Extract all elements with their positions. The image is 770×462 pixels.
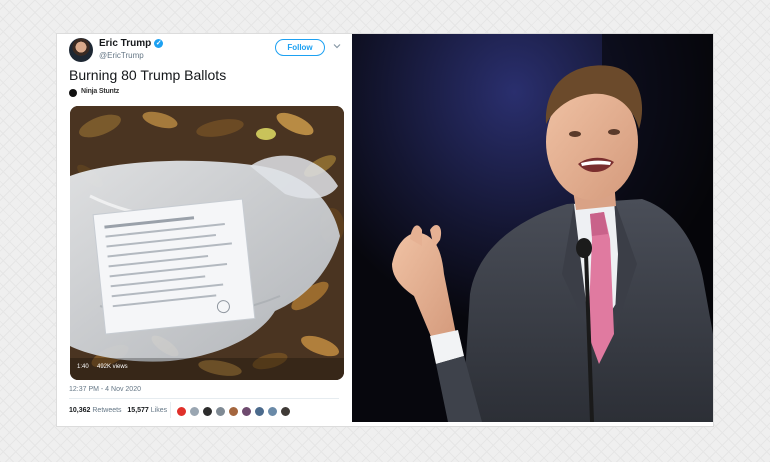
speaker-photo-image (352, 34, 713, 422)
chevron-down-icon[interactable] (333, 42, 341, 50)
stats-divider (170, 402, 171, 418)
video-frame-image (70, 106, 344, 380)
avatar[interactable] (69, 38, 93, 62)
tweet-timestamp[interactable]: 12:37 PM - 4 Nov 2020 (69, 386, 141, 393)
liker-avatar[interactable] (228, 406, 239, 417)
author-name-text[interactable]: Eric Trump (99, 38, 151, 49)
liker-avatar[interactable] (215, 406, 226, 417)
tweet-text: Burning 80 Trump Ballots (69, 67, 227, 83)
liker-avatar[interactable] (241, 406, 252, 417)
liker-avatar[interactable] (267, 406, 278, 417)
video-views: 492K views (97, 364, 128, 370)
liker-avatar[interactable] (254, 406, 265, 417)
likes-label[interactable]: Likes (151, 407, 167, 414)
watermark-logo-icon (69, 89, 77, 97)
liker-avatar[interactable] (202, 406, 213, 417)
divider (69, 398, 339, 399)
follow-button[interactable]: Follow (275, 39, 325, 56)
collage-frame: Eric Trump ✓ @EricTrump Follow Burning 80… (57, 34, 713, 426)
liker-avatar[interactable] (189, 406, 200, 417)
tweet-video[interactable]: 1:40 492K views (70, 106, 344, 380)
author-name[interactable]: Eric Trump ✓ (99, 38, 164, 49)
retweets-label[interactable]: Retweets (92, 407, 121, 414)
verified-badge-icon: ✓ (154, 39, 164, 48)
watermark-text: Ninja Stuntz (81, 88, 120, 95)
retweets-count[interactable]: 10,362 (69, 407, 90, 414)
tweet-stats: 10,362 Retweets 15,577 Likes (69, 407, 167, 414)
liker-avatar[interactable] (280, 406, 291, 417)
speaker-photo (352, 34, 713, 422)
author-handle[interactable]: @EricTrump (99, 51, 144, 60)
tweet-card: Eric Trump ✓ @EricTrump Follow Burning 80… (57, 34, 348, 426)
liker-avatar[interactable] (176, 406, 187, 417)
video-duration: 1:40 (77, 364, 89, 370)
likes-count[interactable]: 15,577 (127, 407, 148, 414)
